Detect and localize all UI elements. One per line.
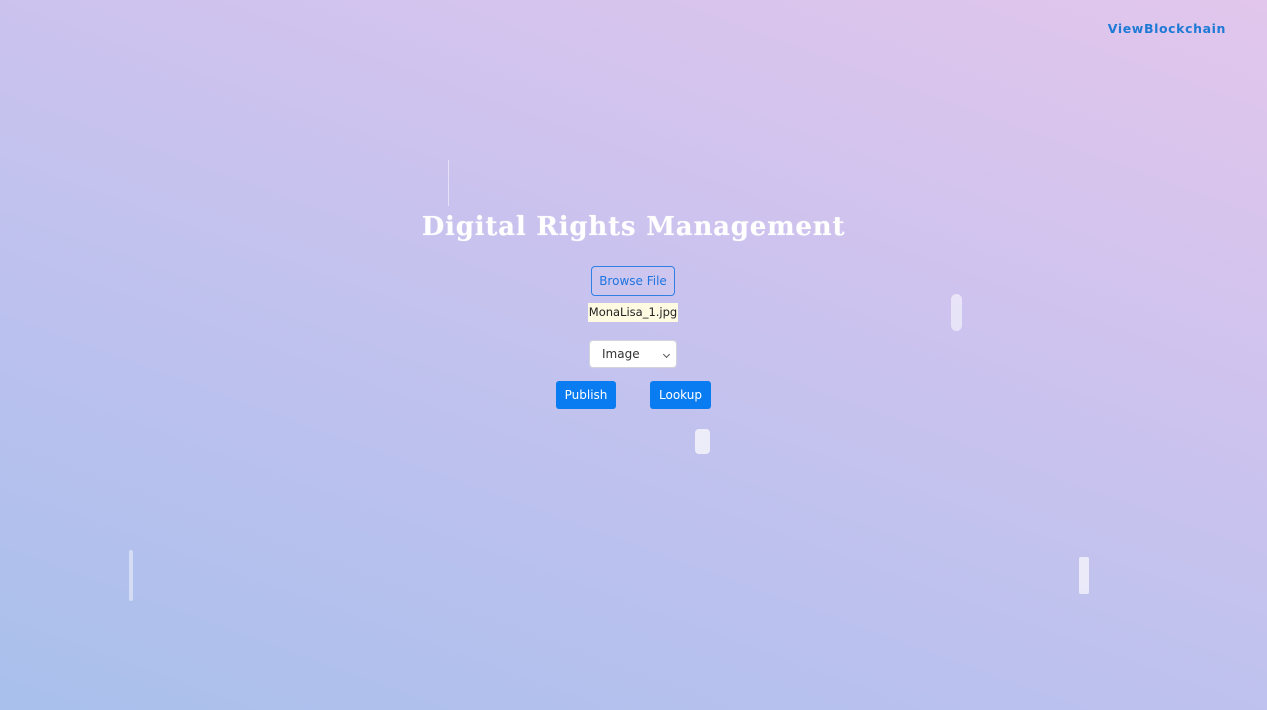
decor-bubble [951, 294, 962, 331]
media-type-select[interactable]: Image [589, 340, 677, 368]
decor-bubble [1079, 557, 1089, 594]
selected-file-name: MonaLisa_1.jpg [588, 303, 678, 322]
page-title: Digital Rights Management [421, 212, 846, 242]
view-blockchain-link[interactable]: ViewBlockchain [1108, 21, 1226, 36]
lookup-button[interactable]: Lookup [650, 381, 711, 409]
decor-bubble [129, 550, 133, 601]
browse-file-button[interactable]: Browse File [591, 266, 675, 296]
publish-button[interactable]: Publish [556, 381, 616, 409]
decor-bubble [695, 429, 710, 454]
decor-line [448, 160, 449, 206]
chevron-down-icon [662, 350, 671, 359]
media-type-value: Image [602, 347, 640, 361]
